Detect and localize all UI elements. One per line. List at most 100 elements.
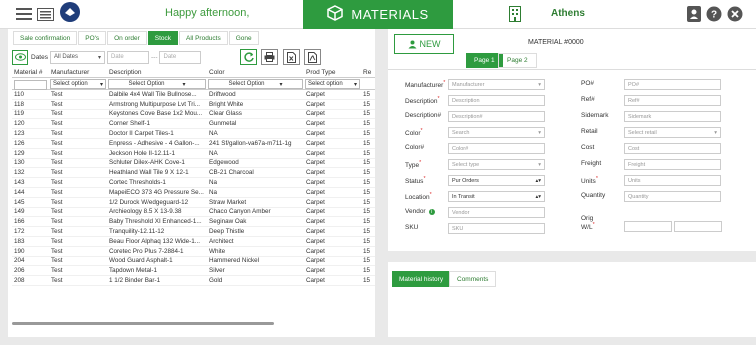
re-cell: 15 — [363, 159, 371, 167]
cost-input[interactable]: Cost — [624, 143, 721, 154]
type-select[interactable]: Select type ▾ — [448, 159, 545, 170]
vendor-input[interactable]: Vendor — [448, 207, 545, 218]
dates-label: Dates — [31, 53, 48, 61]
materials-table: Material # Manufacturer Description Colo… — [12, 69, 375, 345]
color-cell: Edgewood — [209, 159, 239, 167]
prod-type-filter-select[interactable]: Select option ▾ — [305, 79, 360, 89]
table-row[interactable]: 206 Test Tapdown Metal-1 Silver Carpet 15 — [12, 266, 375, 277]
description-input[interactable]: Description — [448, 95, 545, 106]
orig-wl-input-2[interactable] — [674, 221, 722, 232]
table-row[interactable]: 144 Test MapeiECO 373 4G Pressure Se... Na C… — [12, 188, 375, 198]
table-row[interactable]: 130 Test Schluter Dilex-AHK Cove-1 Edgewood… — [12, 159, 375, 169]
info-icon[interactable]: i — [428, 209, 435, 215]
required-mark: * — [423, 176, 426, 182]
type-label-text: Type — [405, 162, 420, 170]
table-filter-row: Select option ▾ Select Option ▾ Select Opt… — [12, 78, 375, 90]
manufacturer-filter-cell: Select option ▾ — [49, 78, 107, 89]
column-header-prod-type[interactable]: Prod Type — [304, 69, 361, 77]
type-value: Select type — [452, 161, 480, 168]
refresh-icon — [243, 52, 254, 62]
color-filter-select[interactable]: Select Option ▾ — [208, 79, 303, 89]
table-row[interactable]: 119 Test Keystones Cove Base 1x2 Mou... Cle… — [12, 110, 375, 120]
contact-card-icon[interactable] — [687, 5, 701, 23]
history-panel: Material history Comments — [388, 262, 756, 337]
table-row[interactable]: 172 Test Tranquility-12.11-12 Deep Thistle C… — [12, 227, 375, 237]
color-input[interactable]: Color# — [448, 143, 545, 154]
po-input[interactable]: PO# — [624, 79, 721, 90]
tab-gone[interactable]: Gone — [228, 31, 259, 45]
description-input[interactable]: Description# — [448, 111, 545, 122]
orig-wl-input-1[interactable] — [624, 221, 672, 232]
new-material-button[interactable]: NEW — [394, 34, 454, 54]
material-number: MATERIAL #0000 — [528, 39, 584, 46]
retail-select[interactable]: Select retail ▾ — [624, 127, 721, 138]
table-row[interactable]: 129 Test Jeckson Hole II-12.11-1 NA Carpet 15 — [12, 149, 375, 159]
column-header-re[interactable]: Re — [361, 69, 375, 77]
tab-material-history[interactable]: Material history — [392, 271, 451, 287]
sku-label-text: SKU — [405, 224, 419, 231]
color-label-text: Color# — [405, 144, 425, 151]
date-from-input[interactable]: Date — [106, 50, 149, 64]
column-header-manufacturer[interactable]: Manufacturer — [49, 69, 107, 77]
description-filter-select[interactable]: Select Option ▾ — [108, 79, 206, 89]
table-row[interactable]: 149 Test Archieology 8.5 X 13-9.38 Chaco Ca… — [12, 208, 375, 218]
quantity-input[interactable]: Quantity — [624, 191, 721, 202]
tab-sale-confirmation[interactable]: Sale confirmation — [13, 31, 78, 45]
table-row[interactable]: 126 Test Enpress - Adhesive - 4 Gallon-...… — [12, 139, 375, 149]
refresh-button[interactable] — [240, 49, 257, 65]
material-filter-input[interactable] — [14, 80, 47, 90]
date-to-input[interactable]: Date — [159, 50, 202, 64]
ref-input[interactable]: Ref# — [624, 95, 721, 106]
table-row[interactable]: 118 Test Armstrong Multipurpose Lvt Tri...… — [12, 100, 375, 110]
freight-input[interactable]: Freight — [624, 159, 721, 170]
close-icon[interactable] — [727, 5, 743, 23]
column-header-color[interactable]: Color — [207, 69, 304, 77]
manufacturer-select[interactable]: Manufacturer ▾ — [448, 79, 545, 90]
description-cell: Corner Shelf-1 — [109, 120, 150, 128]
location-select[interactable]: In Transit ▴▾ — [448, 191, 545, 202]
table-row[interactable]: 110 Test Dalbile 4x4 Wall Tile Bullnose...… — [12, 90, 375, 100]
table-row[interactable]: 123 Test Doctor II Carpet Tiles-1 NA Carpet 1… — [12, 129, 375, 139]
color-select[interactable]: Search ▾ — [448, 127, 545, 138]
status-select[interactable]: Pur Orders ▴▾ — [448, 175, 545, 186]
table-header: Material # Manufacturer Description Colo… — [12, 69, 375, 78]
table-row[interactable]: 143 Test Cortec Thresholds-1 Na Carpet 15 — [12, 178, 375, 188]
table-row[interactable]: 166 Test Baby Threshold XI Enhanced-1... Se… — [12, 217, 375, 228]
material-cell: 166 — [14, 218, 25, 226]
horizontal-scrollbar[interactable] — [12, 322, 274, 325]
toggle-visibility-button[interactable] — [12, 49, 28, 65]
help-icon[interactable]: ? — [706, 5, 722, 23]
color-cell: NA — [209, 149, 218, 157]
print-button[interactable] — [261, 49, 278, 65]
dates-select[interactable]: All Dates ▾ — [49, 50, 105, 64]
table-row[interactable]: 183 Test Beau Floor Alphaq 132 Wide-1... Ar… — [12, 237, 375, 247]
tab-pos[interactable]: PO's — [78, 31, 107, 45]
hamburger-menu-icon[interactable] — [16, 5, 32, 23]
table-row[interactable]: 190 Test Coretec Pro Plus 7-2884-1 White Car… — [12, 247, 375, 257]
orig-label-text: Orig — [581, 215, 594, 222]
table-row[interactable]: 145 Test 1/2 Durock W/edgeguard-12 Straw Ma… — [12, 198, 375, 208]
tab-all-products[interactable]: All Products — [179, 31, 228, 45]
status-label: Status* — [405, 176, 426, 185]
manufacturer-filter-select[interactable]: Select option ▾ — [50, 79, 106, 89]
tab-on-order[interactable]: On order — [107, 31, 147, 45]
tab-comments[interactable]: Comments — [449, 271, 497, 287]
chevron-down-icon: ▾ — [353, 81, 357, 88]
table-row[interactable]: 204 Test Wood Guard Asphalt-1 Hammered Nick… — [12, 257, 375, 267]
sku-input[interactable]: SKU — [448, 223, 545, 234]
manufacturer-cell: Test — [51, 149, 63, 157]
tab-page-2[interactable]: Page 2 — [498, 53, 537, 68]
color-cell: NA — [209, 130, 218, 138]
tab-stock[interactable]: Stock — [147, 31, 179, 45]
sidemark-input[interactable]: Sidemark — [624, 111, 721, 122]
table-row[interactable]: 208 Test 1 1/2 Binder Bar-1 Gold Carpet 15 — [12, 276, 375, 286]
column-header-description[interactable]: Description — [107, 69, 207, 77]
manufacturer-cell: Test — [51, 257, 63, 265]
list-view-icon[interactable] — [37, 5, 54, 23]
export-excel-button[interactable] — [283, 49, 300, 65]
export-pdf-button[interactable] — [304, 49, 321, 65]
units-input[interactable]: Units — [624, 175, 721, 186]
table-row[interactable]: 132 Test Heathland Wall Tile 9 X 12-1 CB-21… — [12, 168, 375, 179]
table-row[interactable]: 120 Test Corner Shelf-1 Gunmetal Carpet 15 — [12, 119, 375, 130]
column-header-material[interactable]: Material # — [12, 69, 49, 77]
